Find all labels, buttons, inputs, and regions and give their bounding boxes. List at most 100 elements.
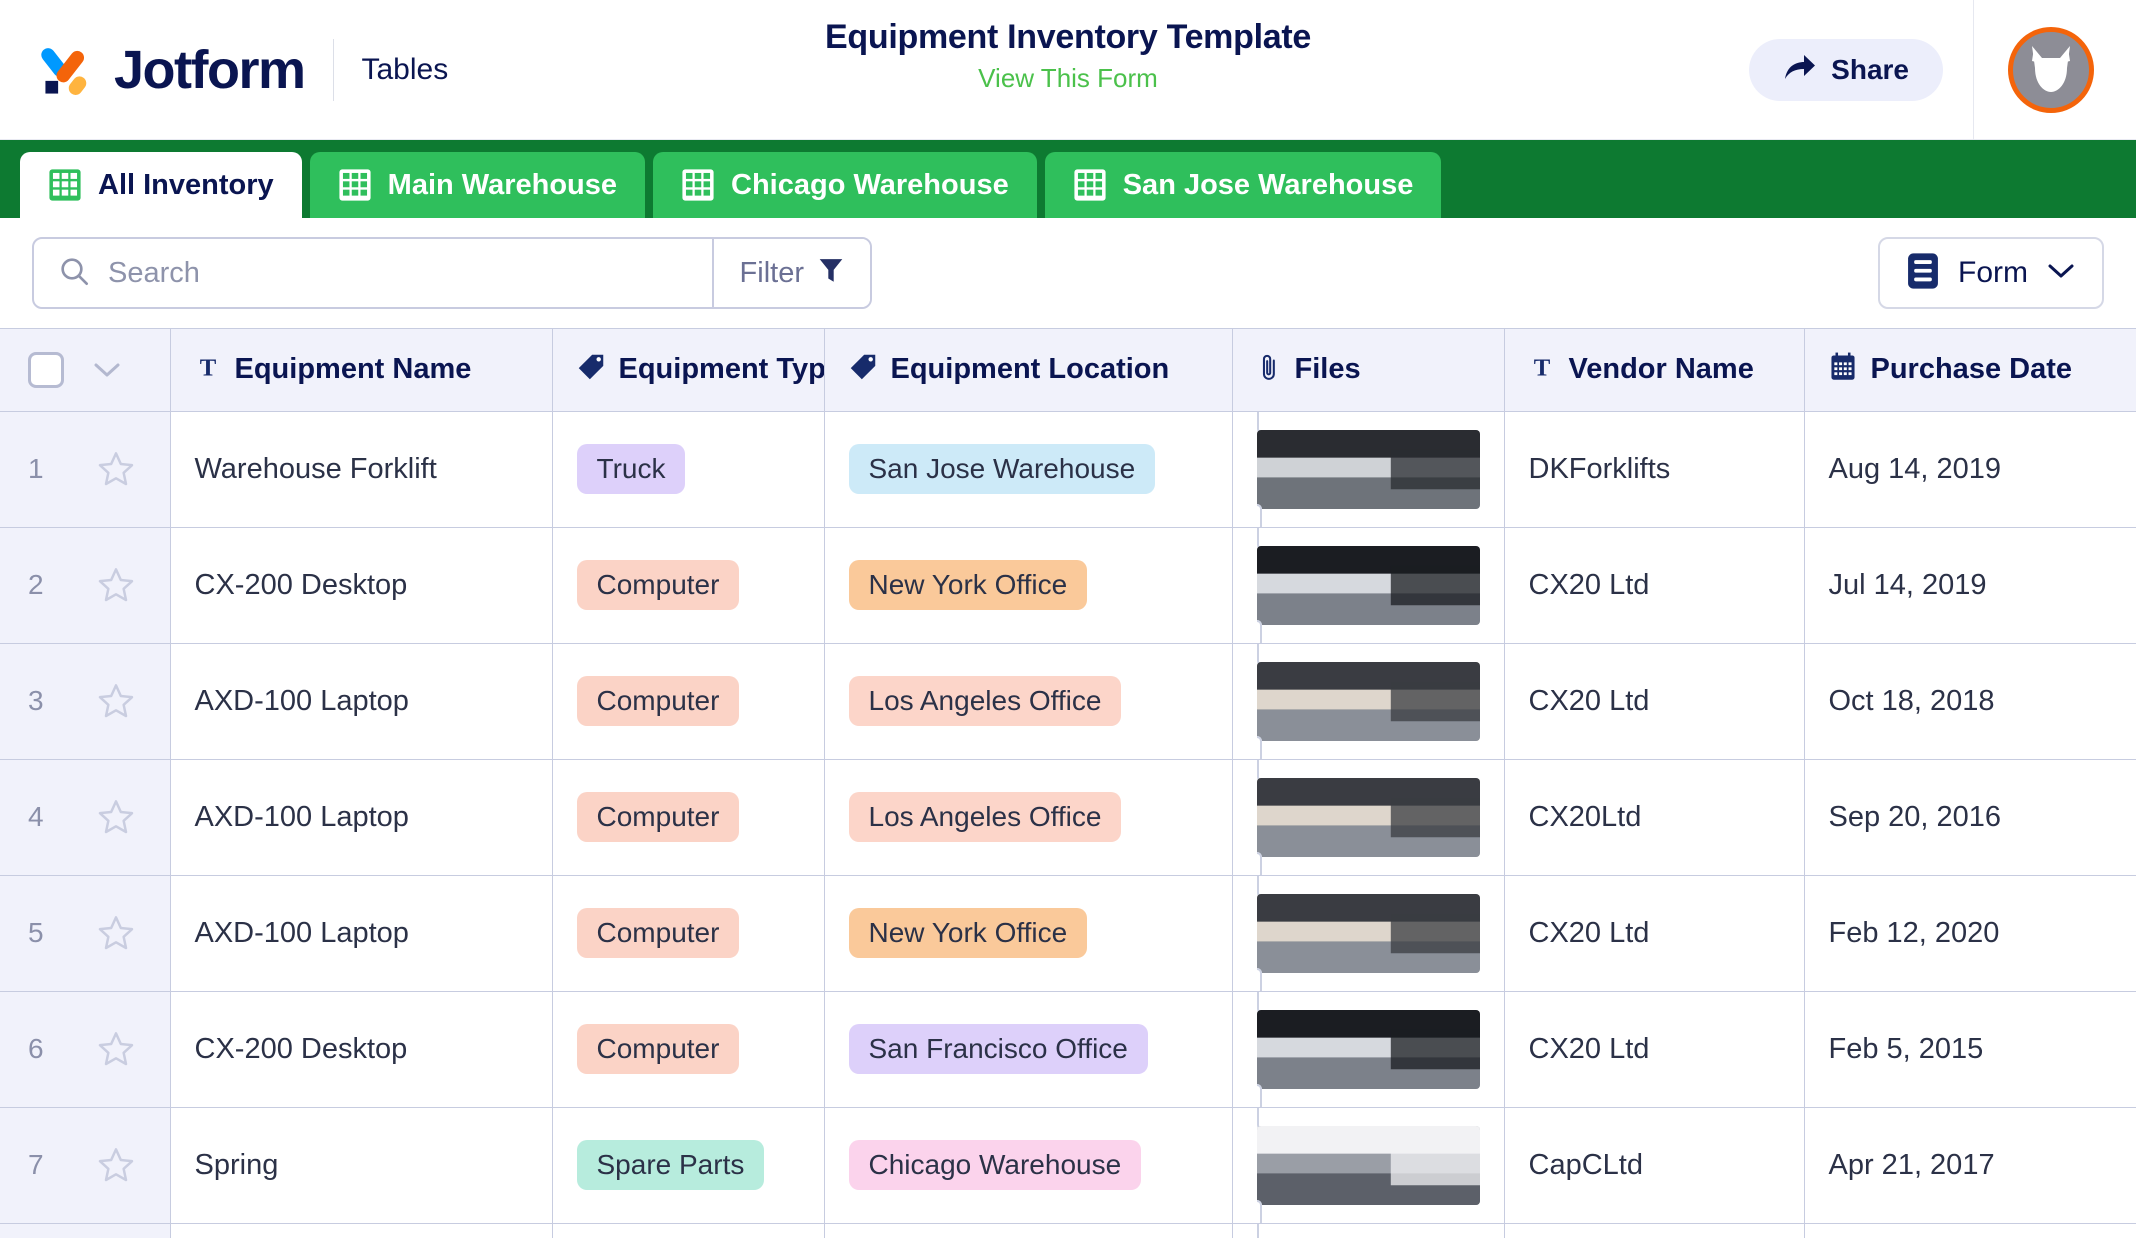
- cell-equipment-location[interactable]: New York Office: [824, 527, 1233, 644]
- search-field[interactable]: [34, 239, 712, 307]
- chevron-down-icon[interactable]: [92, 361, 122, 379]
- table-row[interactable]: 7 Spring Spare Parts Chicago Warehouse CapCL…: [0, 1107, 2136, 1224]
- star-icon[interactable]: [96, 1145, 136, 1185]
- cell-vendor-name[interactable]: DKForklifts: [1504, 411, 1805, 528]
- cell-equipment-location[interactable]: San Francisco Office: [824, 991, 1233, 1108]
- cell-equipment-name[interactable]: Spring: [170, 1107, 553, 1224]
- jotform-logo[interactable]: Jotform: [40, 39, 306, 101]
- data-grid[interactable]: T Equipment Name Equipment Type Equipmen…: [0, 328, 2136, 1238]
- chevron-down-icon: [2046, 261, 2076, 286]
- cell-vendor-name[interactable]: CX20Ltd: [1504, 759, 1805, 876]
- cell-vendor-name[interactable]: CX20 Ltd: [1504, 991, 1805, 1108]
- table-row[interactable]: 5 AXD-100 Laptop Computer New York Office CX…: [0, 875, 2136, 992]
- product-label[interactable]: Tables: [362, 53, 449, 87]
- tab-chicago-warehouse[interactable]: Chicago Warehouse: [653, 152, 1037, 218]
- star-icon[interactable]: [96, 681, 136, 721]
- cell-equipment-name[interactable]: CX-200 Desktop: [170, 527, 553, 644]
- column-header-equipment-name[interactable]: T Equipment Name: [170, 329, 553, 412]
- search-group: Filter: [32, 237, 872, 309]
- cell-vendor-name[interactable]: CX20 Ltd: [1504, 643, 1805, 760]
- cell-equipment-type[interactable]: Computer: [552, 991, 825, 1108]
- table-row[interactable]: 4 AXD-100 Laptop Computer Los Angeles Offic…: [0, 759, 2136, 876]
- cell-files[interactable]: [1232, 759, 1505, 876]
- cell-purchase-date[interactable]: Sep 20, 2016: [1804, 759, 2136, 876]
- column-header-equipment-type[interactable]: Equipment Type: [552, 329, 825, 412]
- cell-equipment-type[interactable]: Computer: [552, 875, 825, 992]
- cell-equipment-type[interactable]: Spare Parts: [552, 1107, 825, 1224]
- cell-files[interactable]: [1232, 1107, 1505, 1224]
- star-icon[interactable]: [96, 565, 136, 605]
- select-all-checkbox[interactable]: [28, 351, 64, 388]
- cell-equipment-location[interactable]: Los Angeles Office: [824, 759, 1233, 876]
- share-button[interactable]: Share: [1749, 38, 1943, 101]
- file-thumbnail[interactable]: [1256, 759, 1480, 874]
- cell-equipment-location[interactable]: New York Office: [824, 875, 1233, 992]
- cell-equipment-name[interactable]: CX-200 Desktop: [170, 991, 553, 1108]
- table-row[interactable]: 6 CX-200 Desktop Computer San Francisco Off…: [0, 991, 2136, 1108]
- cell-files[interactable]: [1232, 411, 1505, 528]
- tab-all-inventory[interactable]: All Inventory: [20, 152, 302, 218]
- cell-vendor-name[interactable]: CX20 Ltd: [1504, 1223, 1805, 1238]
- cell-purchase-date[interactable]: Jan 28, 2020: [1804, 1223, 2136, 1238]
- file-thumbnail[interactable]: [1256, 643, 1480, 758]
- star-icon[interactable]: [96, 449, 136, 489]
- cell-files[interactable]: [1232, 875, 1505, 992]
- cell-purchase-date[interactable]: Aug 14, 2019: [1804, 411, 2136, 528]
- avatar[interactable]: [2008, 26, 2094, 113]
- cell-purchase-date[interactable]: Jul 14, 2019: [1804, 527, 2136, 644]
- cell-equipment-type[interactable]: Computer: [552, 759, 825, 876]
- column-header-equipment-location[interactable]: Equipment Location: [824, 329, 1233, 412]
- tab-san-jose-warehouse[interactable]: San Jose Warehouse: [1044, 152, 1442, 218]
- cell-equipment-location[interactable]: Chicago Warehouse: [824, 1107, 1233, 1224]
- cell-equipment-name[interactable]: Warehouse Forklift: [170, 411, 553, 528]
- star-icon[interactable]: [96, 1029, 136, 1069]
- cell-equipment-location[interactable]: Los Angeles Office: [824, 1223, 1233, 1238]
- file-thumbnail[interactable]: [1256, 1223, 1480, 1238]
- table-row[interactable]: 8CX-200 DesktopComputerLos Angeles Offic…: [0, 1223, 2136, 1238]
- table-row[interactable]: 1 Warehouse Forklift Truck San Jose Warehou…: [0, 411, 2136, 528]
- cell-equipment-type[interactable]: Computer: [552, 643, 825, 760]
- cell-purchase-date[interactable]: Apr 21, 2017: [1804, 1107, 2136, 1224]
- equipment-location-tag: New York Office: [848, 907, 1088, 959]
- cell-equipment-name[interactable]: AXD-100 Laptop: [170, 875, 553, 992]
- cell-files[interactable]: [1232, 527, 1505, 644]
- cell-equipment-type[interactable]: Truck: [552, 411, 825, 528]
- cell-equipment-name[interactable]: CX-200 Desktop: [170, 1223, 553, 1238]
- cell-equipment-type[interactable]: Computer: [552, 1223, 825, 1238]
- file-thumbnail[interactable]: [1256, 991, 1480, 1106]
- view-this-form-link[interactable]: View This Form: [978, 63, 1158, 94]
- cell-purchase-date[interactable]: Feb 12, 2020: [1804, 875, 2136, 992]
- row-number-cell: 2: [0, 527, 171, 644]
- tab-label: San Jose Warehouse: [1122, 168, 1414, 201]
- star-icon[interactable]: [96, 913, 136, 953]
- vendor-name-value: CX20 Ltd: [1528, 916, 1650, 949]
- filter-button[interactable]: Filter: [711, 239, 870, 307]
- file-thumbnail[interactable]: [1256, 411, 1480, 526]
- cell-files[interactable]: [1232, 991, 1505, 1108]
- cell-files[interactable]: [1232, 1223, 1505, 1238]
- cell-files[interactable]: [1232, 643, 1505, 760]
- file-thumbnail[interactable]: [1256, 527, 1480, 642]
- star-icon[interactable]: [96, 797, 136, 837]
- cell-vendor-name[interactable]: CapCLtd: [1504, 1107, 1805, 1224]
- cell-vendor-name[interactable]: CX20 Ltd: [1504, 527, 1805, 644]
- column-header-purchase-date[interactable]: Purchase Date: [1804, 329, 2136, 412]
- tab-main-warehouse[interactable]: Main Warehouse: [309, 152, 646, 218]
- cell-vendor-name[interactable]: CX20 Ltd: [1504, 875, 1805, 992]
- form-document-icon: [1906, 252, 1940, 295]
- table-row[interactable]: 3 AXD-100 Laptop Computer Los Angeles Offic…: [0, 643, 2136, 760]
- file-thumbnail[interactable]: [1256, 875, 1480, 990]
- cell-purchase-date[interactable]: Oct 18, 2018: [1804, 643, 2136, 760]
- cell-equipment-location[interactable]: San Jose Warehouse: [824, 411, 1233, 528]
- cell-equipment-type[interactable]: Computer: [552, 527, 825, 644]
- cell-purchase-date[interactable]: Feb 5, 2015: [1804, 991, 2136, 1108]
- search-input[interactable]: [108, 256, 712, 290]
- view-switch-form-button[interactable]: Form: [1878, 237, 2104, 309]
- cell-equipment-location[interactable]: Los Angeles Office: [824, 643, 1233, 760]
- cell-equipment-name[interactable]: AXD-100 Laptop: [170, 643, 553, 760]
- column-header-files[interactable]: Files: [1232, 329, 1505, 412]
- cell-equipment-name[interactable]: AXD-100 Laptop: [170, 759, 553, 876]
- file-thumbnail[interactable]: [1256, 1107, 1480, 1222]
- table-row[interactable]: 2 CX-200 Desktop Computer New York Office CX…: [0, 527, 2136, 644]
- column-header-vendor-name[interactable]: T Vendor Name: [1504, 329, 1805, 412]
